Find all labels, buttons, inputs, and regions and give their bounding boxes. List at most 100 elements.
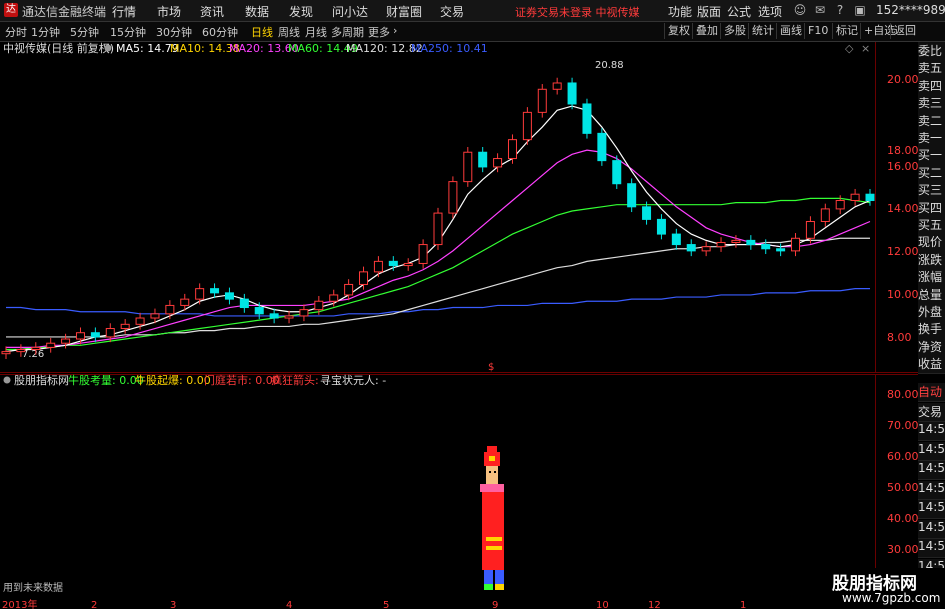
close-panel-icon[interactable]: × [861,42,870,55]
ma250-label: MA250: 10.41 [411,42,488,55]
chevron-right-icon[interactable]: › [393,24,397,37]
skin-icon[interactable]: ▣ [852,2,868,18]
diamond-icon[interactable]: ◇ [845,42,854,55]
sidebar-trade-8[interactable]: 14:56 [918,539,945,558]
sidebar-quote-3[interactable]: 卖三 [918,94,945,114]
sidebar-quote-17[interactable]: 净资 [918,337,945,357]
menu-function[interactable]: 功能 [668,3,692,20]
sidebar-quote-16[interactable]: 换手 [918,320,945,340]
menu-market[interactable]: 行情 [112,3,136,20]
period-monthly[interactable]: 月线 [305,24,327,40]
menu-data[interactable]: 数据 [245,3,269,20]
price-chart[interactable]: 中视传媒(日线 前复权) MA5: 14.79 MA10: 14.38 MA20… [0,42,945,373]
date-tick-4: 4 [286,600,292,609]
indicator-settings-icon[interactable] [3,376,11,384]
period-timeshare[interactable]: 分时 [5,24,27,40]
y-tick-14: 14.00 [887,202,919,215]
help-icon[interactable]: ? [832,2,848,18]
sidebar-quote-1[interactable]: 卖五 [918,59,945,79]
sidebar-trade-6[interactable]: 14:56 [918,500,945,519]
sidebar-quote-10[interactable]: 买五 [918,216,945,235]
candle-body [835,200,845,210]
mail-icon[interactable]: ✉ [812,2,828,18]
candle-body [582,103,592,134]
tool-overlay[interactable]: 叠加 [692,23,721,39]
indicator-chart[interactable]: 股朋指标网 牛股考量: 0.00 牛股起爆: 0.00 门庭若市: 0.00 疯… [0,374,945,598]
date-axis: 2013年 2 3 4 5 9 10 12 1 [0,598,945,609]
period-5min[interactable]: 5分钟 [70,24,99,40]
menu-trade[interactable]: 交易 [440,3,464,20]
sidebar-quote-0[interactable]: 委比 [918,42,945,61]
candle-body [776,248,786,252]
period-daily[interactable]: 日线 [251,24,273,40]
sidebar-quote-4[interactable]: 卖二 [918,111,945,131]
menu-options[interactable]: 选项 [758,3,782,20]
sidebar-trade-7[interactable]: 14:56 [918,519,945,539]
sidebar-trade-1[interactable]: 交易 [918,402,945,422]
candle-body [716,241,726,248]
period-30min[interactable]: 30分钟 [156,24,192,40]
tool-drawing[interactable]: 画线 [776,23,805,39]
ma-settings-icon[interactable] [104,44,112,52]
candle-body [90,332,100,338]
watermark-url: www.7gpzb.com [842,591,941,605]
sidebar-quote-11[interactable]: 现价 [918,233,945,253]
sidebar-quote-15[interactable]: 外盘 [918,303,945,322]
menu-formula[interactable]: 公式 [727,3,751,20]
app-title: 通达信金融终端 [22,5,107,19]
sidebar-quote-5[interactable]: 卖一 [918,129,945,148]
candle-body [31,346,41,351]
period-more[interactable]: 更多 [368,24,390,40]
menu-wealth-circle[interactable]: 财富圈 [386,3,422,20]
sidebar-quote-8[interactable]: 买三 [918,181,945,201]
candle-body [448,181,458,214]
tool-mark[interactable]: 标记 [832,23,861,39]
candle-body [388,260,398,267]
candle-body [403,262,413,267]
tool-multistock[interactable]: 多股 [720,23,749,39]
sidebar-quote-7[interactable]: 买二 [918,163,945,183]
sidebar-trade-4[interactable]: 14:56 [918,461,945,480]
sidebar-quote-9[interactable]: 买四 [918,198,945,218]
period-60min[interactable]: 60分钟 [202,24,238,40]
sidebar-quote-14[interactable]: 总量 [918,285,945,305]
period-1min[interactable]: 1分钟 [31,24,60,40]
menu-ask-xiaoda[interactable]: 问小达 [332,3,368,20]
tool-back[interactable]: 返回 [890,23,919,39]
menu-news[interactable]: 资讯 [200,3,224,20]
candle-body [105,328,115,338]
menu-exchange[interactable]: 市场 [157,3,181,20]
tool-f10[interactable]: F10 [804,23,831,39]
period-multi[interactable]: 多周期 [331,24,364,40]
menu-discover[interactable]: 发现 [289,3,313,20]
sidebar-trade-2[interactable]: 14:56 [918,422,945,441]
menu-layout[interactable]: 版面 [697,3,721,20]
tool-statistics[interactable]: 统计 [748,23,777,39]
sidebar-trade-5[interactable]: 14:56 [918,480,945,500]
sidebar-quote-18[interactable]: 收益 [918,355,945,375]
candle-body [254,307,264,315]
sidebar-quote-13[interactable]: 涨幅 [918,268,945,288]
candle-body [359,271,369,285]
candle-body [597,132,607,162]
period-15min[interactable]: 15分钟 [110,24,146,40]
candle-body [463,151,473,183]
sidebar-trade-0[interactable]: 自动 [918,383,945,402]
candle-body [16,349,26,353]
candle-body [761,244,771,250]
user-icon[interactable]: ☺ [792,2,808,18]
title-bar: 达 通达信金融终端 行情 市场 资讯 数据 发现 问小达 财富圈 交易 证券交易… [0,0,945,22]
period-toolbar: 分时 1分钟 5分钟 15分钟 30分钟 60分钟 日线 周线 月线 多周期 更… [0,22,945,42]
account-id[interactable]: 152****9892 [876,3,945,17]
candlesticks [1,77,875,359]
period-weekly[interactable]: 周线 [278,24,300,40]
candle-body [493,158,503,168]
sidebar-quote-6[interactable]: 买一 [918,146,945,166]
date-tick-9: 1 [740,600,746,609]
tool-adjust[interactable]: 复权 [664,23,693,39]
candle-body [210,288,220,294]
candle-body [805,220,815,239]
sidebar-quote-2[interactable]: 卖四 [918,76,945,96]
sidebar-trade-3[interactable]: 14:56 [918,441,945,461]
sidebar-quote-12[interactable]: 涨跌 [918,250,945,270]
